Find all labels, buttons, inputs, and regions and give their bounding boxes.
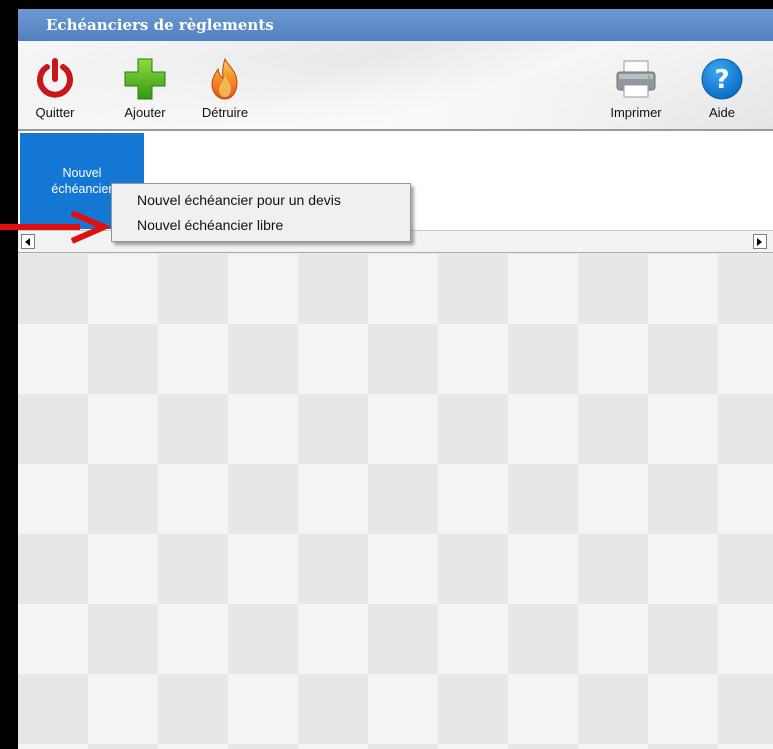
menu-item-new-schedule-free[interactable]: Nouvel échéancier libre	[112, 213, 410, 238]
destroy-label: Détruire	[201, 105, 249, 120]
window-title: Echéanciers de règlements	[18, 9, 773, 41]
svg-text:?: ?	[714, 65, 729, 95]
help-button[interactable]: ? Aide	[691, 55, 753, 125]
content-area	[18, 254, 773, 749]
toolbar: Quitter Ajouter Détruire Imprimer ? Aide	[18, 41, 773, 131]
context-menu: Nouvel échéancier pour un devis Nouvel é…	[111, 183, 411, 242]
print-button[interactable]: Imprimer	[605, 55, 667, 125]
fire-icon	[211, 57, 238, 100]
quit-label: Quitter	[35, 105, 75, 120]
scroll-right-button[interactable]	[753, 234, 767, 249]
print-label: Imprimer	[610, 105, 662, 120]
destroy-button[interactable]: Détruire	[194, 55, 256, 125]
tab-new-line1: Nouvel	[62, 166, 102, 180]
plus-icon	[124, 58, 166, 100]
menu-item-new-schedule-quote[interactable]: Nouvel échéancier pour un devis	[112, 188, 410, 213]
screen-frame: Echéanciers de règlements Quitter Ajoute…	[0, 0, 773, 749]
add-button[interactable]: Ajouter	[114, 55, 176, 125]
power-icon	[37, 58, 73, 98]
printer-icon	[616, 60, 656, 98]
annotation-arrow-icon	[0, 210, 112, 244]
quit-button[interactable]: Quitter	[24, 55, 86, 125]
help-label: Aide	[708, 105, 736, 120]
help-icon: ?	[701, 58, 743, 100]
chevron-right-icon	[757, 238, 762, 246]
app-window: Echéanciers de règlements Quitter Ajoute…	[18, 9, 773, 749]
add-label: Ajouter	[124, 105, 166, 120]
